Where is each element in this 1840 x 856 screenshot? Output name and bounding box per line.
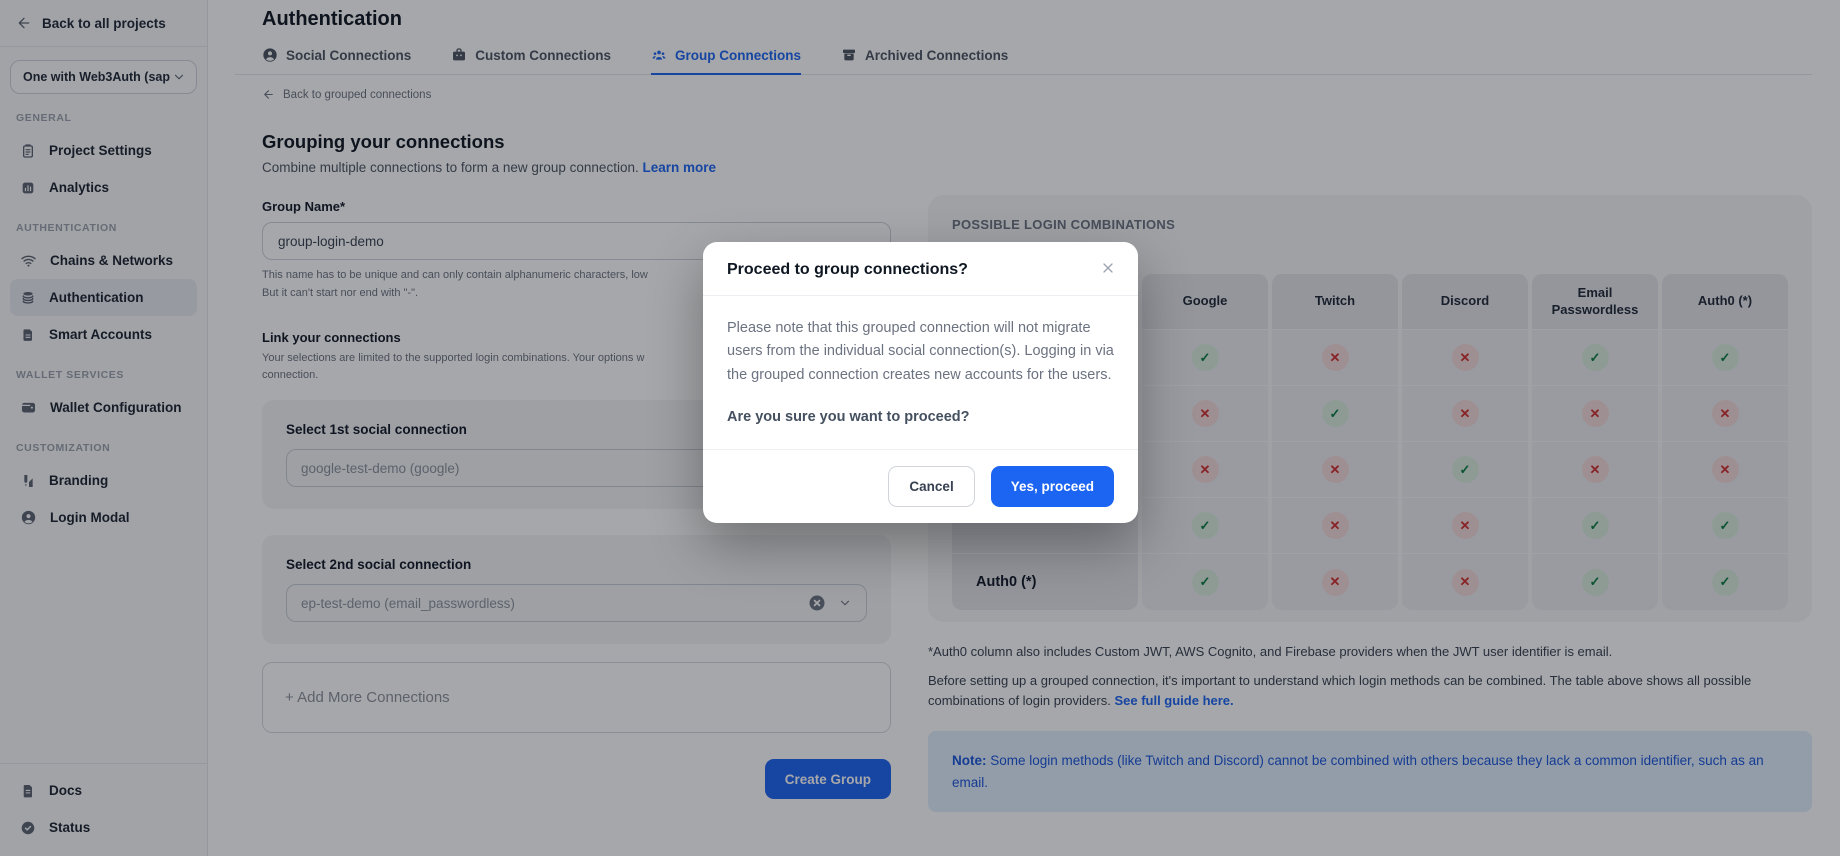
confirm-button[interactable]: Yes, proceed — [991, 466, 1114, 507]
modal-header: Proceed to group connections? — [703, 242, 1138, 296]
cancel-button[interactable]: Cancel — [888, 466, 974, 507]
proceed-modal: Proceed to group connections? Please not… — [703, 242, 1138, 523]
close-icon[interactable] — [1096, 256, 1120, 280]
modal-footer: Cancel Yes, proceed — [703, 449, 1138, 523]
modal-body-text: Please note that this grouped connection… — [727, 317, 1114, 387]
modal-body: Please note that this grouped connection… — [703, 296, 1138, 449]
modal-title: Proceed to group connections? — [727, 261, 1114, 279]
app: Back to all projects One with Web3Auth (… — [0, 0, 1840, 856]
modal-question: Are you sure you want to proceed? — [727, 409, 1114, 425]
